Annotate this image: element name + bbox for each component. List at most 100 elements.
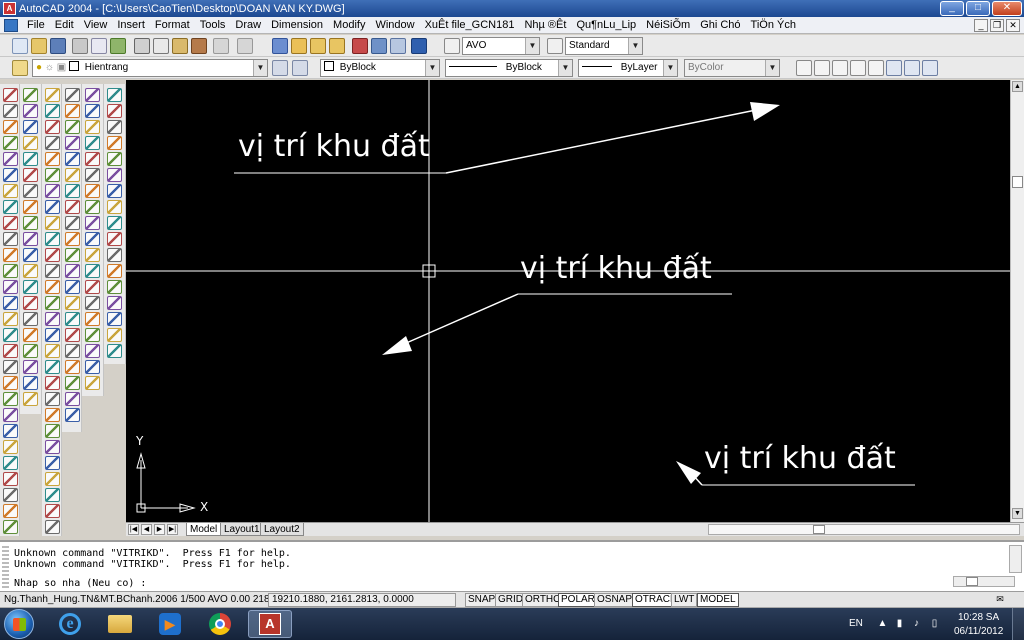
palette1-tool-icon[interactable] (3, 168, 18, 182)
show-desktop-button[interactable] (1012, 608, 1024, 640)
palette2-tool-icon[interactable] (23, 280, 38, 294)
command-window-grip[interactable] (2, 546, 9, 590)
scroll-down-icon[interactable]: ▼ (1012, 508, 1023, 519)
menu-nha-dat[interactable]: Nhµ ®Êt (519, 17, 571, 33)
palette4-tool-icon[interactable] (65, 408, 80, 422)
palette3-tool-icon[interactable] (45, 520, 60, 534)
multiline-text-icon[interactable] (814, 60, 830, 76)
palette2-tool-icon[interactable] (23, 360, 38, 374)
layer-select[interactable]: ● ☼ ▣ Hientrang ▼ (32, 59, 268, 77)
lwt-toggle[interactable]: LWT (671, 593, 698, 607)
palette1-tool-icon[interactable] (3, 504, 18, 518)
palette2-tool-icon[interactable] (23, 200, 38, 214)
palette5-tool-icon[interactable] (85, 216, 100, 230)
palette2-tool-icon[interactable] (23, 216, 38, 230)
make-object-layer-current-icon[interactable] (272, 60, 288, 76)
palette2-tool-icon[interactable] (23, 392, 38, 406)
palette5-tool-icon[interactable] (85, 360, 100, 374)
menu-draw[interactable]: Draw (230, 17, 266, 33)
palette4-tool-icon[interactable] (65, 200, 80, 214)
palette3-tool-icon[interactable] (45, 168, 60, 182)
color-select[interactable]: ByBlock ▼ (320, 59, 440, 77)
palette5-tool-icon[interactable] (85, 344, 100, 358)
palette6-tool-icon[interactable] (107, 344, 122, 358)
palette3-tool-icon[interactable] (45, 472, 60, 486)
palette6-tool-icon[interactable] (107, 296, 122, 310)
scale-text-icon[interactable] (904, 60, 920, 76)
palette2-tool-icon[interactable] (23, 312, 38, 326)
palette3-tool-icon[interactable] (45, 104, 60, 118)
previous-tab-icon[interactable]: ◀ (141, 524, 152, 535)
palette6-tool-icon[interactable] (107, 168, 122, 182)
menu-format[interactable]: Format (150, 17, 195, 33)
palette6-tool-icon[interactable] (107, 120, 122, 134)
palette6-tool-icon[interactable] (107, 136, 122, 150)
dim-style-icon[interactable] (547, 38, 563, 54)
palette3-tool-icon[interactable] (45, 456, 60, 470)
plot-preview-icon[interactable] (91, 38, 107, 54)
scroll-up-icon[interactable]: ▲ (1012, 81, 1023, 92)
palette1-tool-icon[interactable] (3, 312, 18, 326)
palette1-tool-icon[interactable] (3, 184, 18, 198)
menu-tien-ich[interactable]: TiÖn Ých (746, 17, 801, 33)
palette3-tool-icon[interactable] (45, 120, 60, 134)
lineweight-select[interactable]: ByLayer ▼ (578, 59, 678, 77)
layer-manager-icon[interactable] (12, 60, 28, 76)
tab-layout2[interactable]: Layout2 (260, 523, 304, 536)
menu-ghi-chu[interactable]: Ghi Chó (695, 17, 745, 33)
palette6-tool-icon[interactable] (107, 200, 122, 214)
doc-minimize-button[interactable]: _ (974, 19, 988, 32)
palette3-tool-icon[interactable] (45, 424, 60, 438)
palette1-tool-icon[interactable] (3, 360, 18, 374)
chrome-button[interactable] (198, 610, 242, 638)
palette5-tool-icon[interactable] (85, 88, 100, 102)
palette2-tool-icon[interactable] (23, 152, 38, 166)
clock-date[interactable]: 06/11/2012 (954, 626, 1003, 637)
layer-previous-icon[interactable] (292, 60, 308, 76)
palette5-tool-icon[interactable] (85, 312, 100, 326)
menu-file[interactable]: File (22, 17, 50, 33)
palette4-tool-icon[interactable] (65, 344, 80, 358)
show-hidden-icons-icon[interactable]: ▲ (876, 618, 889, 630)
palette1-tool-icon[interactable] (3, 200, 18, 214)
menu-insert[interactable]: Insert (112, 17, 150, 33)
palette1-tool-icon[interactable] (3, 88, 18, 102)
palette1-tool-icon[interactable] (3, 296, 18, 310)
palette5-tool-icon[interactable] (85, 376, 100, 390)
minimize-button[interactable]: _ (940, 1, 964, 16)
palette2-tool-icon[interactable] (23, 136, 38, 150)
communication-center-icon[interactable]: ✉ (993, 593, 1007, 606)
text-style-dialog-icon[interactable] (886, 60, 902, 76)
doc-close-button[interactable]: ✕ (1006, 19, 1020, 32)
palette5-tool-icon[interactable] (85, 120, 100, 134)
palette3-tool-icon[interactable] (45, 312, 60, 326)
palette2-tool-icon[interactable] (23, 232, 38, 246)
start-button[interactable] (4, 609, 34, 639)
palette4-tool-icon[interactable] (65, 296, 80, 310)
close-button[interactable]: ✕ (992, 1, 1022, 16)
horizontal-scroll-thumb[interactable] (813, 525, 825, 534)
save-icon[interactable] (50, 38, 66, 54)
find-text-icon[interactable] (850, 60, 866, 76)
palette6-tool-icon[interactable] (107, 184, 122, 198)
palette3-tool-icon[interactable] (45, 88, 60, 102)
palette4-tool-icon[interactable] (65, 312, 80, 326)
vertical-scrollbar[interactable]: ▲ ▼ (1010, 80, 1024, 522)
doc-restore-button[interactable]: ❐ (990, 19, 1004, 32)
tab-model[interactable]: Model (186, 523, 222, 536)
palette3-tool-icon[interactable] (45, 392, 60, 406)
paste-icon[interactable] (172, 38, 188, 54)
menu-dimension[interactable]: Dimension (266, 17, 328, 33)
palette3-tool-icon[interactable] (45, 344, 60, 358)
palette3-tool-icon[interactable] (45, 264, 60, 278)
polar-toggle[interactable]: POLAR (558, 593, 598, 607)
palette5-tool-icon[interactable] (85, 232, 100, 246)
palette1-tool-icon[interactable] (3, 408, 18, 422)
palette5-tool-icon[interactable] (85, 184, 100, 198)
file-explorer-button[interactable] (98, 610, 142, 638)
palette3-tool-icon[interactable] (45, 376, 60, 390)
palette2-tool-icon[interactable] (23, 376, 38, 390)
drawing-canvas[interactable]: vị trí khu đất vị trí khu đất vị trí khu… (126, 80, 1010, 522)
linetype-select[interactable]: ByBlock ▼ (445, 59, 573, 77)
palette2-tool-icon[interactable] (23, 248, 38, 262)
